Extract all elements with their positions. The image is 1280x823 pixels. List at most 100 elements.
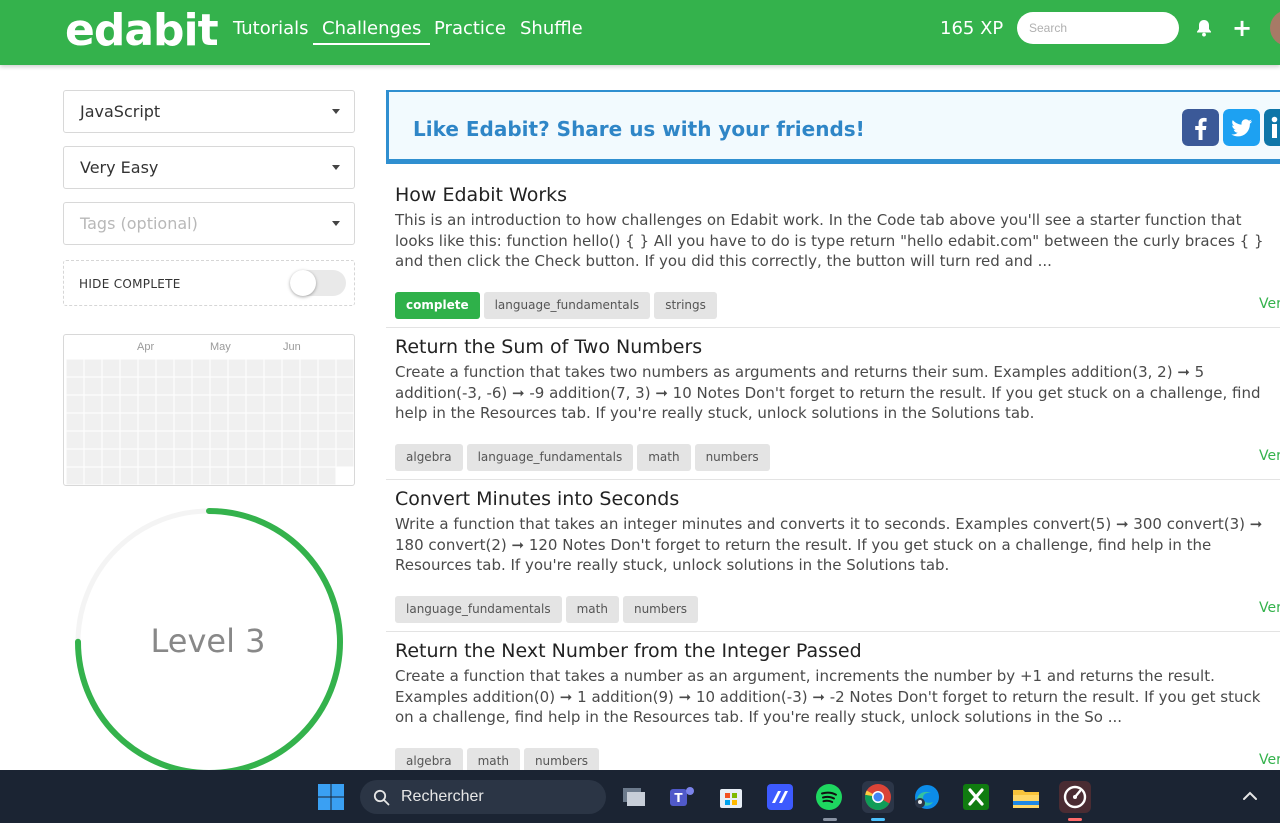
nav-practice[interactable]: Practice [434, 18, 506, 39]
challenge-card[interactable]: How Edabit Works This is an introduction… [386, 176, 1280, 328]
challenge-card[interactable]: Convert Minutes into Seconds Write a fun… [386, 480, 1280, 632]
heatmap-cell [300, 449, 318, 467]
linkedin-icon[interactable] [1264, 109, 1280, 146]
challenge-title[interactable]: Convert Minutes into Seconds [395, 488, 679, 510]
heatmap-cell [120, 413, 138, 431]
recorder-icon[interactable] [1059, 781, 1091, 813]
difficulty-label: Very E [1259, 752, 1280, 768]
heatmap-cell [228, 431, 246, 449]
chevron-down-icon [332, 109, 340, 114]
heatmap-cell [264, 395, 282, 413]
challenge-card[interactable]: Return the Sum of Two Numbers Create a f… [386, 328, 1280, 480]
tag-complete[interactable]: complete [395, 292, 480, 319]
heatmap-cell [102, 359, 120, 377]
tag[interactable]: numbers [622, 596, 699, 623]
search-input[interactable] [1017, 12, 1179, 44]
windows-start-icon[interactable] [315, 781, 347, 813]
heatmap-cell [156, 431, 174, 449]
language-select-value: JavaScript [80, 102, 161, 121]
challenge-description: This is an introduction to how challenge… [395, 211, 1264, 271]
hide-complete-toggle[interactable] [290, 270, 346, 296]
heatmap-cell [300, 431, 318, 449]
edabit-logo[interactable]: edabit [65, 5, 219, 56]
heatmap-cell [300, 377, 318, 395]
heatmap-cell [66, 449, 84, 467]
heatmap-cell [102, 395, 120, 413]
heatmap-cell [336, 395, 354, 413]
tag[interactable]: language_fundamentals [395, 596, 562, 623]
challenge-card[interactable]: Return the Next Number from the Integer … [386, 632, 1280, 784]
store-icon[interactable] [715, 781, 747, 813]
heatmap-cell [192, 467, 210, 485]
add-icon[interactable]: + [1232, 16, 1252, 40]
xbox-icon[interactable] [960, 781, 992, 813]
heatmap-cell [264, 431, 282, 449]
heatmap-cell [282, 377, 300, 395]
task-view-icon[interactable] [617, 781, 649, 813]
tag[interactable]: math [565, 596, 619, 623]
twitter-icon[interactable] [1223, 109, 1260, 146]
heatmap-cell [84, 431, 102, 449]
heatmap-cell [84, 467, 102, 485]
heatmap-cell [120, 449, 138, 467]
heatmap-cell [318, 395, 336, 413]
heatmap-grid [66, 359, 354, 485]
tag[interactable]: algebra [395, 444, 463, 471]
heatmap-cell [282, 359, 300, 377]
heatmap-cell [318, 359, 336, 377]
spotify-icon[interactable] [813, 781, 845, 813]
nav-challenges[interactable]: Challenges [313, 18, 431, 45]
heatmap-cell [156, 359, 174, 377]
heatmap-cell [156, 377, 174, 395]
chevron-up-icon[interactable] [1242, 790, 1258, 802]
teams-icon[interactable]: T [666, 781, 698, 813]
file-explorer-icon[interactable] [1010, 781, 1042, 813]
language-select[interactable]: JavaScript [63, 90, 355, 133]
user-avatar[interactable] [1270, 10, 1280, 46]
heatmap-cell [228, 467, 246, 485]
challenge-title[interactable]: How Edabit Works [395, 184, 567, 206]
edge-icon[interactable] [911, 781, 943, 813]
activity-heatmap: Apr May Jun [63, 334, 355, 486]
heatmap-cell [228, 449, 246, 467]
heatmap-cell [336, 449, 354, 467]
heatmap-cell [246, 395, 264, 413]
heatmap-cell [264, 413, 282, 431]
heatmap-cell [264, 449, 282, 467]
heatmap-cell [336, 377, 354, 395]
tag[interactable]: strings [654, 292, 717, 319]
notification-bell-icon[interactable] [1194, 18, 1214, 38]
chevron-down-icon [332, 165, 340, 170]
heatmap-cell [246, 467, 264, 485]
vscode-icon[interactable] [764, 781, 796, 813]
challenge-title[interactable]: Return the Sum of Two Numbers [395, 336, 702, 358]
heatmap-month-label: Apr [137, 341, 155, 353]
level-label: Level 3 [150, 622, 266, 660]
taskbar-search[interactable]: Rechercher [360, 780, 606, 814]
challenge-title[interactable]: Return the Next Number from the Integer … [395, 640, 862, 662]
heatmap-cell [246, 377, 264, 395]
tag[interactable]: language_fundamentals [466, 444, 634, 471]
tag[interactable]: math [637, 444, 691, 471]
chrome-icon[interactable] [862, 781, 894, 813]
heatmap-cell [102, 413, 120, 431]
share-text: Like Edabit? Share us with your friends! [413, 117, 865, 141]
heatmap-cell [138, 449, 156, 467]
difficulty-select[interactable]: Very Easy [63, 146, 355, 189]
heatmap-cell [192, 377, 210, 395]
heatmap-cell [120, 395, 138, 413]
heatmap-cell [174, 431, 192, 449]
nav-tutorials[interactable]: Tutorials [233, 18, 309, 39]
heatmap-cell [66, 413, 84, 431]
heatmap-cell [282, 395, 300, 413]
tag[interactable]: language_fundamentals [483, 292, 651, 319]
tags-select[interactable]: Tags (optional) [63, 202, 355, 245]
nav-shuffle[interactable]: Shuffle [520, 18, 583, 39]
heatmap-cell [192, 449, 210, 467]
heatmap-cell [174, 359, 192, 377]
tag[interactable]: numbers [694, 444, 770, 471]
facebook-icon[interactable] [1182, 109, 1219, 146]
heatmap-cell [84, 449, 102, 467]
heatmap-cell [336, 359, 354, 377]
spotify-running-indicator [823, 818, 837, 821]
